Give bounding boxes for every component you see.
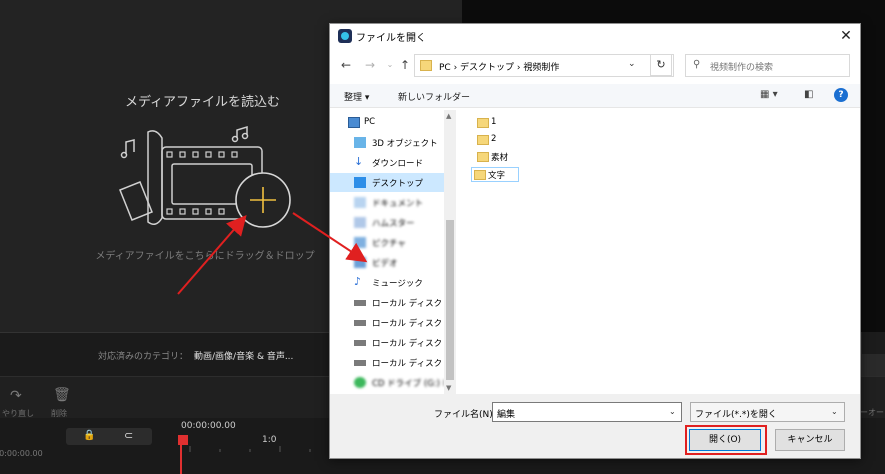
screen: メディアファイルを読込む メディアファイルをこちらにドラッグ＆ドロップ 対応済み… <box>0 0 885 474</box>
annotation-arrows <box>177 212 368 295</box>
arrow-to-import <box>177 214 247 295</box>
arrow-to-dialog <box>292 212 368 263</box>
